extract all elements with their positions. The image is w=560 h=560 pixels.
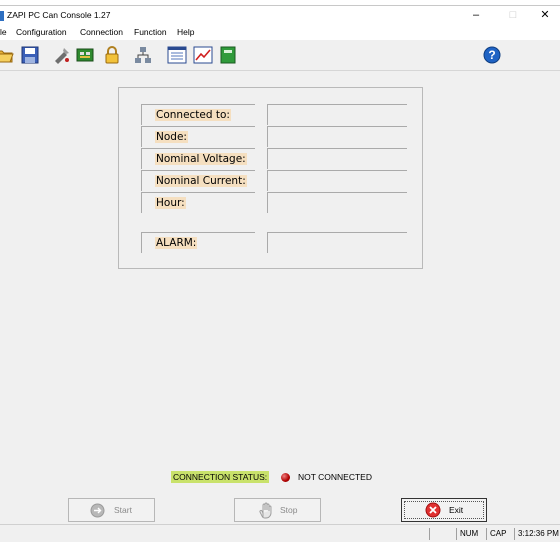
nominal-current-label: Nominal Current: — [141, 170, 255, 191]
chart-icon[interactable] — [193, 45, 213, 65]
stop-button[interactable]: Stop — [234, 498, 321, 522]
info-panel: Connected to: Node: Nominal Voltage: Nom… — [118, 87, 423, 269]
hour-value — [267, 192, 407, 213]
alarm-text: ALARM: — [155, 237, 198, 249]
help-icon[interactable]: ? — [482, 45, 502, 65]
nominal-voltage-text: Nominal Voltage: — [155, 153, 247, 165]
connection-status-value: NOT CONNECTED — [298, 472, 372, 482]
nominal-voltage-label: Nominal Voltage: — [141, 148, 255, 169]
num-indicator: NUM — [456, 528, 484, 540]
nominal-voltage-value — [267, 148, 407, 169]
app-icon — [0, 11, 4, 21]
status-bar: NUM CAP 3:12:36 PM — [0, 524, 560, 542]
toolbar: ? — [0, 40, 560, 71]
alarm-value — [267, 232, 407, 253]
open-folder-icon[interactable] — [0, 45, 14, 65]
close-button[interactable]: ✕ — [532, 7, 558, 24]
menu-configuration[interactable]: Configuration — [16, 27, 67, 37]
network-icon[interactable] — [133, 45, 153, 65]
tools-icon[interactable] — [52, 45, 72, 65]
connection-status-label: CONNECTION STATUS: — [171, 471, 270, 483]
nominal-current-value — [267, 170, 407, 191]
menu-connection[interactable]: Connection — [80, 27, 123, 37]
title-bar: ZAPI PC Can Console 1.27 – □ ✕ — [0, 6, 560, 25]
book-icon[interactable] — [218, 45, 238, 65]
connected-to-label: Connected to: — [141, 104, 255, 125]
hand-icon — [259, 502, 272, 519]
maximize-button[interactable]: □ — [500, 7, 526, 24]
start-icon — [90, 503, 105, 518]
exit-label: Exit — [449, 505, 464, 515]
status-led-icon — [281, 473, 290, 482]
alarm-label: ALARM: — [141, 232, 255, 253]
minimize-button[interactable]: – — [463, 7, 489, 24]
focus-rect — [404, 501, 484, 519]
connection-status-line: CONNECTION STATUS: NOT CONNECTED — [0, 468, 560, 486]
connected-to-value — [267, 104, 407, 125]
stop-label: Stop — [280, 505, 298, 515]
nominal-current-text: Nominal Current: — [155, 175, 247, 187]
list-icon[interactable] — [167, 45, 187, 65]
menu-function[interactable]: Function — [134, 27, 167, 37]
app-window: ZAPI PC Can Console 1.27 – □ ✕ le Config… — [0, 5, 560, 542]
hour-text: Hour: — [155, 197, 186, 209]
clock: 3:12:36 PM — [514, 528, 560, 540]
menu-file[interactable]: le — [0, 27, 7, 37]
window-title: ZAPI PC Can Console 1.27 — [7, 10, 111, 20]
menu-bar: le Configuration Connection Function Hel… — [0, 25, 560, 40]
lock-icon[interactable] — [102, 45, 122, 65]
exit-icon — [425, 502, 441, 518]
exit-button[interactable]: Exit — [401, 498, 487, 522]
chip-icon[interactable] — [75, 45, 95, 65]
svg-text:?: ? — [488, 48, 495, 62]
start-button[interactable]: Start — [68, 498, 155, 522]
connected-to-text: Connected to: — [155, 109, 231, 121]
cap-indicator: CAP — [486, 528, 514, 540]
save-icon[interactable] — [20, 45, 40, 65]
hour-label: Hour: — [141, 192, 255, 213]
start-label: Start — [114, 505, 132, 515]
node-value — [267, 126, 407, 147]
main-area: Connected to: Node: Nominal Voltage: Nom… — [0, 71, 560, 483]
menu-help[interactable]: Help — [177, 27, 194, 37]
statusbar-pane-empty — [429, 528, 455, 540]
node-text: Node: — [155, 131, 188, 143]
node-label: Node: — [141, 126, 255, 147]
